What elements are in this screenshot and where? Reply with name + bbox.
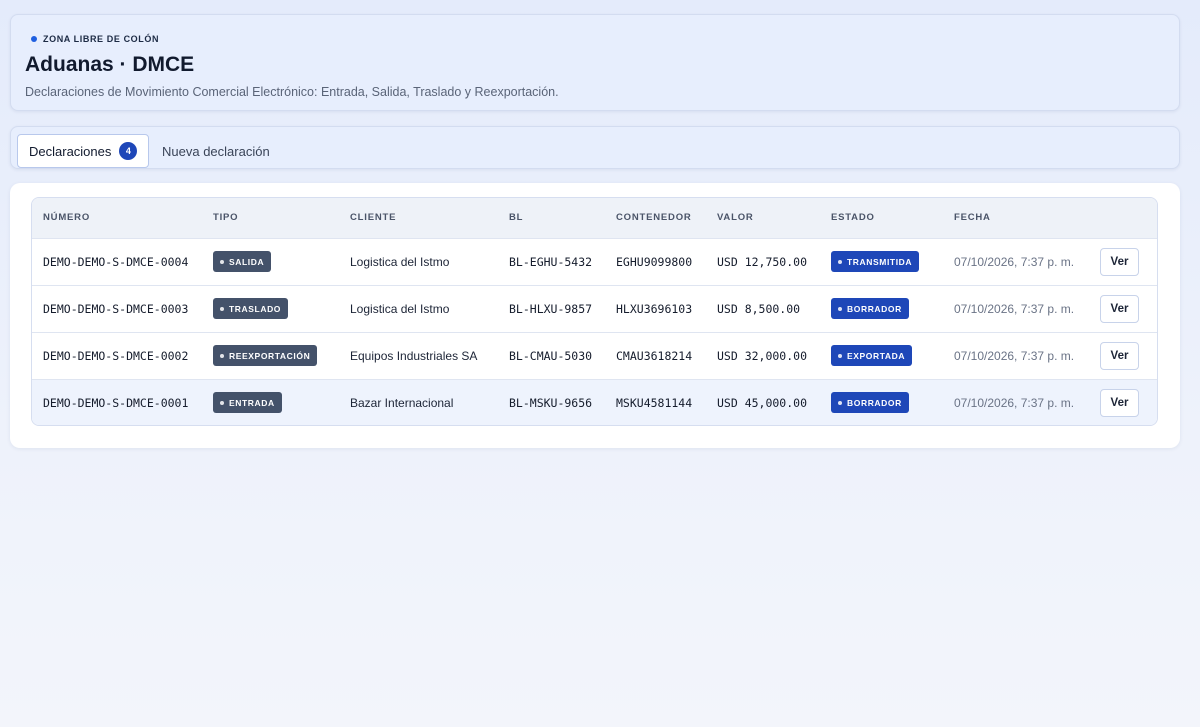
cell-estado: TRANSMITIDA [820, 238, 943, 285]
status-badge: BORRADOR [831, 392, 909, 414]
type-badge-label: REEXPORTACIÓN [229, 350, 311, 361]
type-badge-label: TRASLADO [229, 303, 282, 314]
cell-tipo: ENTRADA [202, 379, 339, 425]
cell-estado: BORRADOR [820, 379, 943, 425]
declarations-card: NÚMERO TIPO CLIENTE BL CONTENEDOR VALOR … [10, 183, 1180, 448]
cell-actions: Ver [1089, 238, 1157, 285]
cell-estado: BORRADOR [820, 285, 943, 332]
badge-dot-icon [220, 353, 224, 358]
table-row: DEMO-DEMO-S-DMCE-0002 REEXPORTACIÓN Equi… [32, 332, 1157, 379]
cell-valor: USD 8,500.00 [717, 301, 801, 316]
type-badge: SALIDA [213, 251, 272, 272]
cell-bl: BL-EGHU-5432 [509, 254, 593, 269]
status-badge-label: BORRADOR [847, 397, 902, 408]
type-badge-label: ENTRADA [229, 397, 275, 408]
tab-declaraciones[interactable]: Declaraciones 4 [17, 134, 150, 168]
cell-fecha: 07/10/2026, 7:37 p. m. [954, 301, 1075, 316]
status-badge: TRANSMITIDA [831, 251, 920, 272]
cell-valor: USD 32,000.00 [717, 348, 808, 363]
col-header-tipo: TIPO [213, 212, 239, 224]
cell-contenedor: HLXU3696103 [616, 301, 693, 316]
status-badge-label: EXPORTADA [847, 350, 906, 361]
cell-numero: DEMO-DEMO-S-DMCE-0004 [43, 254, 189, 269]
type-badge: REEXPORTACIÓN [213, 345, 318, 366]
type-badge: ENTRADA [213, 392, 282, 414]
cell-fecha: 07/10/2026, 7:37 p. m. [954, 254, 1075, 269]
badge-dot-icon [220, 306, 224, 311]
cell-bl: BL-HLXU-9857 [509, 301, 593, 316]
badge-dot-icon [220, 259, 224, 264]
ver-button[interactable]: Ver [1100, 247, 1139, 276]
zone-eyebrow: ZONA LIBRE DE COLÓN [31, 34, 159, 44]
cell-actions: Ver [1089, 379, 1157, 425]
col-header-actions [1089, 198, 1157, 238]
count-badge: 4 [119, 142, 138, 160]
cell-tipo: SALIDA [202, 238, 339, 285]
cell-numero: DEMO-DEMO-S-DMCE-0003 [43, 301, 189, 316]
cell-cliente: Logistica del Istmo [350, 254, 450, 269]
declarations-table: NÚMERO TIPO CLIENTE BL CONTENEDOR VALOR … [32, 198, 1157, 425]
status-badge: BORRADOR [831, 298, 909, 319]
status-badge-label: TRANSMITIDA [847, 256, 913, 267]
cell-tipo: TRASLADO [202, 285, 339, 332]
col-header-estado: ESTADO [831, 212, 875, 224]
col-header-cliente: CLIENTE [350, 212, 397, 224]
status-badge-label: BORRADOR [847, 303, 902, 314]
cell-cliente: Bazar Internacional [350, 395, 454, 410]
ver-button[interactable]: Ver [1100, 294, 1139, 323]
status-badge: EXPORTADA [831, 345, 913, 366]
declarations-table-wrapper: NÚMERO TIPO CLIENTE BL CONTENEDOR VALOR … [31, 197, 1158, 426]
tab-nueva-label: Nueva declaración [162, 143, 270, 159]
type-badge-label: SALIDA [229, 256, 265, 267]
badge-dot-icon [220, 400, 224, 405]
cell-valor: USD 45,000.00 [717, 395, 808, 410]
cell-cliente: Equipos Industriales SA [350, 348, 478, 363]
cell-estado: EXPORTADA [820, 332, 943, 379]
cell-bl: BL-CMAU-5030 [509, 348, 593, 363]
cell-tipo: REEXPORTACIÓN [202, 332, 339, 379]
status-dot-icon [31, 36, 37, 42]
page-subtitle: Declaraciones de Movimiento Comercial El… [25, 85, 559, 99]
cell-valor: USD 12,750.00 [717, 254, 808, 269]
tab-declaraciones-label: Declaraciones [29, 143, 112, 159]
cell-bl: BL-MSKU-9656 [509, 395, 593, 410]
table-header-row: NÚMERO TIPO CLIENTE BL CONTENEDOR VALOR … [32, 198, 1157, 238]
table-row: DEMO-DEMO-S-DMCE-0001 ENTRADA Bazar Inte… [32, 379, 1157, 425]
page-header: ZONA LIBRE DE COLÓN Aduanas · DMCE Decla… [10, 14, 1180, 111]
cell-fecha: 07/10/2026, 7:37 p. m. [954, 348, 1075, 363]
col-header-contenedor: CONTENEDOR [616, 212, 692, 224]
table-row: DEMO-DEMO-S-DMCE-0003 TRASLADO Logistica… [32, 285, 1157, 332]
cell-cliente: Logistica del Istmo [350, 301, 450, 316]
ver-button[interactable]: Ver [1100, 388, 1139, 417]
cell-contenedor: CMAU3618214 [616, 348, 693, 363]
badge-dot-icon [838, 306, 842, 311]
badge-dot-icon [838, 259, 842, 264]
tabs-bar: Declaraciones 4 Nueva declaración [10, 126, 1180, 169]
cell-actions: Ver [1089, 332, 1157, 379]
table-row: DEMO-DEMO-S-DMCE-0004 SALIDA Logistica d… [32, 238, 1157, 285]
cell-numero: DEMO-DEMO-S-DMCE-0002 [43, 348, 189, 363]
page-title: Aduanas · DMCE [25, 53, 195, 76]
ver-button[interactable]: Ver [1100, 341, 1139, 370]
cell-contenedor: MSKU4581144 [616, 395, 693, 410]
cell-contenedor: EGHU9099800 [616, 254, 693, 269]
cell-fecha: 07/10/2026, 7:37 p. m. [954, 395, 1075, 410]
tab-nueva-declaracion[interactable]: Nueva declaración [162, 134, 270, 168]
cell-numero: DEMO-DEMO-S-DMCE-0001 [43, 395, 189, 410]
type-badge: TRASLADO [213, 298, 289, 319]
badge-dot-icon [838, 353, 842, 358]
col-header-fecha: FECHA [954, 212, 991, 224]
cell-actions: Ver [1089, 285, 1157, 332]
col-header-numero: NÚMERO [43, 212, 91, 224]
eyebrow-label: ZONA LIBRE DE COLÓN [43, 34, 160, 44]
col-header-bl: BL [509, 212, 524, 224]
badge-dot-icon [838, 400, 842, 405]
col-header-valor: VALOR [717, 212, 754, 224]
